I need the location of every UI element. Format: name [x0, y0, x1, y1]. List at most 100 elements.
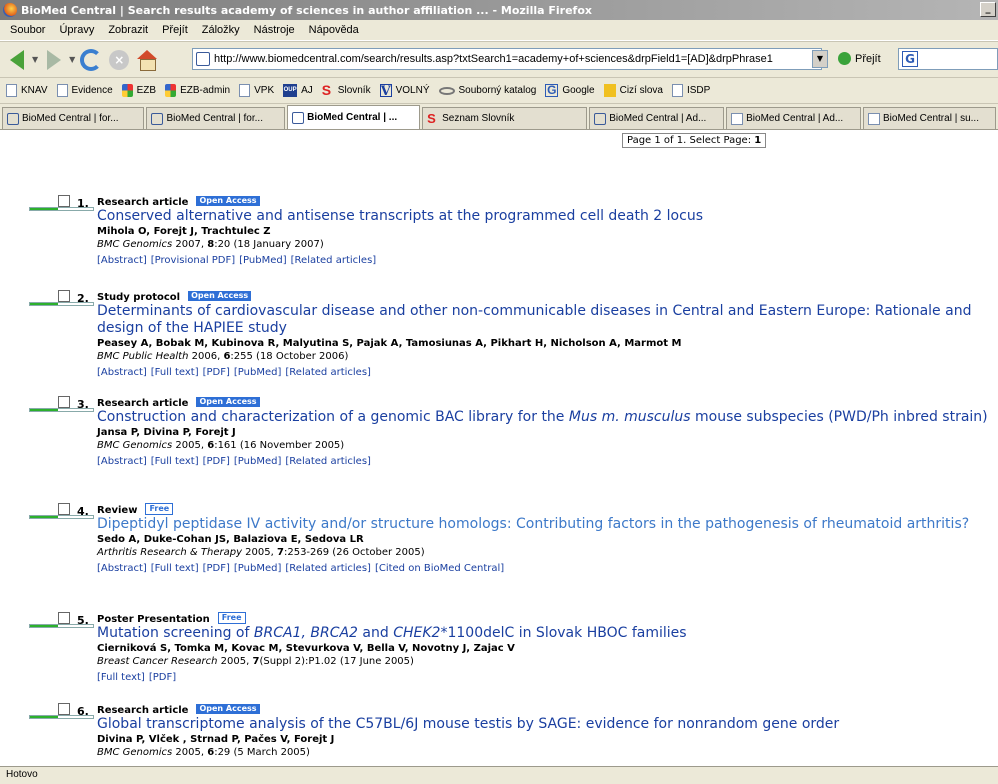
menu-napoveda[interactable]: Nápověda [302, 24, 366, 36]
bookmark-ezb[interactable]: EZB [121, 84, 156, 97]
menu-zobrazit[interactable]: Zobrazit [101, 24, 155, 36]
window-titlebar: BioMed Central | Search results academy … [0, 0, 998, 20]
title-part: mouse subspecies (PWD/Ph inbred strain) [690, 409, 988, 425]
bookmark-slovn-k[interactable]: S Slovník [322, 83, 371, 97]
home-button[interactable] [134, 47, 160, 73]
result-checkbox[interactable] [58, 612, 70, 624]
forward-dropdown-icon[interactable]: ▼ [69, 55, 75, 64]
result-checkbox[interactable] [58, 503, 70, 515]
bookmark-label: Souborný katalog [458, 85, 537, 96]
relevance-fill [30, 409, 59, 411]
tab-5[interactable]: BioMed Central | Ad... [589, 107, 725, 129]
bookmark-label: Google [562, 85, 595, 96]
url-input[interactable] [214, 53, 814, 65]
link-related-articles[interactable]: [Related articles] [285, 367, 371, 378]
article-title-link[interactable]: Global transcriptome analysis of the C57… [97, 716, 997, 733]
link-related-articles[interactable]: [Related articles] [285, 456, 371, 467]
citation-pages: :20 (18 January 2007) [214, 239, 324, 250]
citation-year: 2005, [242, 547, 277, 558]
article-citation: Breast Cancer Research 2005, 7(Suppl 2):… [97, 655, 997, 668]
relevance-bar [29, 715, 94, 719]
minimize-button[interactable]: _ [980, 2, 996, 17]
link-full-text[interactable]: [Full text] [151, 367, 199, 378]
relevance-bar [29, 408, 94, 412]
biomed-tab-icon [292, 111, 305, 124]
link-pubmed[interactable]: [PubMed] [239, 255, 286, 266]
result-checkbox[interactable] [58, 396, 70, 408]
title-part: CHEK2 [393, 625, 441, 641]
article-title-link[interactable]: Mutation screening of BRCA1, BRCA2 and C… [97, 625, 997, 642]
result-checkbox[interactable] [58, 195, 70, 207]
menu-soubor[interactable]: Soubor [3, 24, 52, 36]
article-citation: BMC Public Health 2006, 6:255 (18 Octobe… [97, 350, 997, 363]
link-pubmed[interactable]: [PubMed] [234, 563, 281, 574]
link-full-text[interactable]: [Full text] [151, 456, 199, 467]
bookmark-voln-[interactable]: V VOLNÝ [379, 84, 430, 98]
link-pdf[interactable]: [PDF] [203, 456, 230, 467]
link-pdf[interactable]: [PDF] [203, 563, 230, 574]
link-related-articles[interactable]: [Related articles] [291, 255, 377, 266]
menu-upravy[interactable]: Úpravy [52, 24, 101, 36]
bookmark-label: VPK [254, 85, 275, 96]
link-full-text[interactable]: [Full text] [97, 672, 145, 683]
article-title-link[interactable]: Dipeptidyl peptidase IV activity and/or … [97, 516, 997, 533]
page-link-1[interactable]: 1 [754, 135, 761, 146]
link-abstract[interactable]: [Abstract] [97, 367, 147, 378]
article-title-link[interactable]: Construction and characterization of a g… [97, 409, 997, 426]
link-provisional-pdf[interactable]: [Provisional PDF] [151, 255, 235, 266]
bookmark-knav[interactable]: KNAV [6, 84, 48, 97]
link-cited-on-biomed-central[interactable]: [Cited on BioMed Central] [375, 563, 504, 574]
bookmark-vpk[interactable]: VPK [239, 84, 274, 97]
bookmark-evidence[interactable]: Evidence [56, 84, 113, 97]
article-authors: Peasey A, Bobak M, Kubinova R, Malyutina… [97, 338, 682, 349]
article-title-link[interactable]: Conserved alternative and antisense tran… [97, 208, 997, 225]
url-bar[interactable] [192, 48, 822, 70]
bookmark-aj[interactable]: OUP AJ [283, 84, 313, 97]
journal-name: BMC Genomics [97, 440, 173, 451]
tab-2[interactable]: BioMed Central | for... [146, 107, 286, 129]
link-pdf[interactable]: [PDF] [149, 672, 176, 683]
reload-button[interactable] [78, 47, 104, 73]
result-body: Research article Open Access Conserved alt… [97, 195, 997, 268]
menu-nastroje[interactable]: Nástroje [247, 24, 302, 36]
bookmark-isdp[interactable]: ISDP [671, 84, 710, 97]
forward-button[interactable] [41, 47, 67, 73]
link-pdf[interactable]: [PDF] [203, 367, 230, 378]
result-header: Poster Presentation Free [97, 612, 997, 625]
ezb-icon [165, 84, 177, 97]
menu-zalozky[interactable]: Záložky [195, 24, 247, 36]
page-icon [239, 84, 251, 97]
result-header: Review Free [97, 503, 997, 516]
link-related-articles[interactable]: [Related articles] [285, 563, 371, 574]
result-header: Research article Open Access [97, 703, 997, 716]
url-history-dropdown[interactable]: ▼ [812, 50, 828, 68]
link-full-text[interactable]: [Full text] [151, 563, 199, 574]
result-checkbox[interactable] [58, 290, 70, 302]
tab-6[interactable]: BioMed Central | Ad... [726, 107, 861, 129]
tab-4[interactable]: S Seznam Slovník [422, 107, 588, 129]
back-dropdown-icon[interactable]: ▼ [32, 55, 38, 64]
bookmark-google[interactable]: G Google [545, 84, 595, 97]
link-pubmed[interactable]: [PubMed] [234, 456, 281, 467]
bookmark-souborn-katalog[interactable]: Souborný katalog [438, 85, 537, 96]
forward-arrow-icon [47, 49, 62, 70]
tab-1[interactable]: BioMed Central | for... [2, 107, 145, 129]
search-box[interactable]: G [898, 48, 998, 70]
menu-prejit[interactable]: Přejít [155, 24, 195, 36]
link-pubmed[interactable]: [PubMed] [234, 367, 281, 378]
go-button[interactable]: Přejít [838, 52, 881, 65]
back-button[interactable] [4, 47, 30, 73]
link-abstract[interactable]: [Abstract] [97, 255, 147, 266]
bookmark-ciz-slova[interactable]: Cizí slova [603, 84, 663, 97]
page-icon [671, 84, 683, 97]
go-icon [838, 52, 851, 65]
link-abstract[interactable]: [Abstract] [97, 563, 147, 574]
tab-3[interactable]: BioMed Central | ... [287, 105, 421, 129]
stop-button[interactable]: × [106, 47, 132, 73]
article-citation: Arthritis Research & Therapy 2005, 7:253… [97, 546, 997, 559]
link-abstract[interactable]: [Abstract] [97, 456, 147, 467]
bookmark-ezb-admin[interactable]: EZB-admin [165, 84, 230, 97]
result-checkbox[interactable] [58, 703, 70, 715]
article-title-link[interactable]: Determinants of cardiovascular disease a… [97, 303, 997, 337]
tab-7[interactable]: BioMed Central | su... [863, 107, 996, 129]
